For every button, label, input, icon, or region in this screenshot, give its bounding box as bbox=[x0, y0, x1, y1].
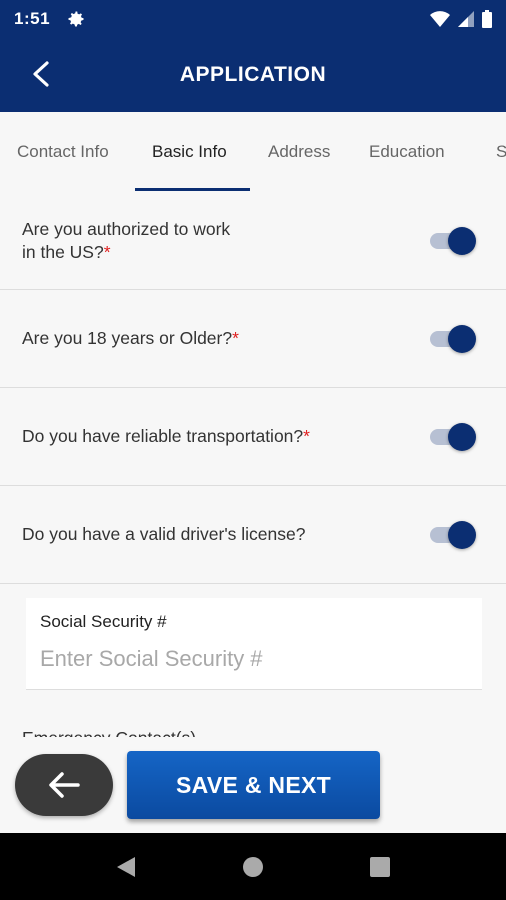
transportation-toggle[interactable] bbox=[430, 422, 476, 451]
status-time: 1:51 bbox=[14, 9, 51, 28]
question-row-work-authorization: Are you authorized to work in the US?* bbox=[0, 192, 506, 290]
wifi-icon bbox=[430, 11, 450, 27]
nav-back-button[interactable] bbox=[112, 853, 140, 881]
tab-contact-info[interactable]: Contact Info bbox=[17, 112, 109, 192]
tab-next-partial[interactable]: S bbox=[496, 112, 506, 192]
previous-button[interactable] bbox=[15, 754, 113, 816]
active-tab-indicator bbox=[135, 188, 250, 191]
nav-home-button[interactable] bbox=[239, 853, 267, 881]
battery-icon bbox=[482, 10, 492, 28]
ssn-label: Social Security # bbox=[40, 612, 167, 631]
nav-back-triangle-icon bbox=[117, 857, 135, 877]
required-mark: * bbox=[232, 328, 239, 348]
tab-bar: Contact Info Basic Info Address Educatio… bbox=[0, 112, 506, 192]
age-toggle[interactable] bbox=[430, 324, 476, 353]
system-nav-bar bbox=[0, 833, 506, 900]
status-bar: 1:51 bbox=[0, 0, 506, 38]
arrow-left-icon bbox=[49, 772, 80, 798]
ssn-input[interactable] bbox=[40, 646, 468, 672]
emergency-contacts-label: Emergency Contact(s) bbox=[22, 728, 506, 737]
question-text: Do you have reliable transportation?* bbox=[22, 426, 310, 446]
question-row-age: Are you 18 years or Older?* bbox=[0, 290, 506, 388]
required-mark: * bbox=[303, 426, 310, 446]
nav-recents-button[interactable] bbox=[366, 853, 394, 881]
app-bar: APPLICATION bbox=[0, 38, 506, 112]
form-content: Are you authorized to work in the US?* A… bbox=[0, 192, 506, 737]
cell-signal-icon bbox=[458, 11, 474, 27]
question-text: Do you have a valid driver's license? bbox=[22, 524, 306, 544]
ssn-field-card: Social Security # bbox=[26, 598, 482, 690]
save-next-button[interactable]: SAVE & NEXT bbox=[127, 751, 380, 819]
status-icons bbox=[430, 10, 492, 28]
settings-gear-icon bbox=[68, 11, 84, 27]
drivers-license-toggle[interactable] bbox=[430, 520, 476, 549]
required-mark: * bbox=[103, 241, 111, 262]
tab-education[interactable]: Education bbox=[369, 112, 445, 192]
back-button[interactable] bbox=[22, 56, 58, 92]
form-footer: SAVE & NEXT bbox=[0, 737, 506, 833]
work-authorization-toggle[interactable] bbox=[430, 226, 476, 255]
page-title: APPLICATION bbox=[179, 63, 327, 86]
question-row-transportation: Do you have reliable transportation?* bbox=[0, 388, 506, 486]
nav-recents-square-icon bbox=[370, 857, 390, 877]
question-text: Are you 18 years or Older?* bbox=[22, 328, 239, 348]
tab-basic-info[interactable]: Basic Info bbox=[152, 112, 227, 192]
question-row-drivers-license: Do you have a valid driver's license? bbox=[0, 486, 506, 584]
nav-home-circle-icon bbox=[243, 857, 263, 877]
question-text: Are you authorized to work in the US?* bbox=[22, 218, 231, 262]
tab-address[interactable]: Address bbox=[268, 112, 330, 192]
back-arrow-icon bbox=[33, 61, 49, 87]
